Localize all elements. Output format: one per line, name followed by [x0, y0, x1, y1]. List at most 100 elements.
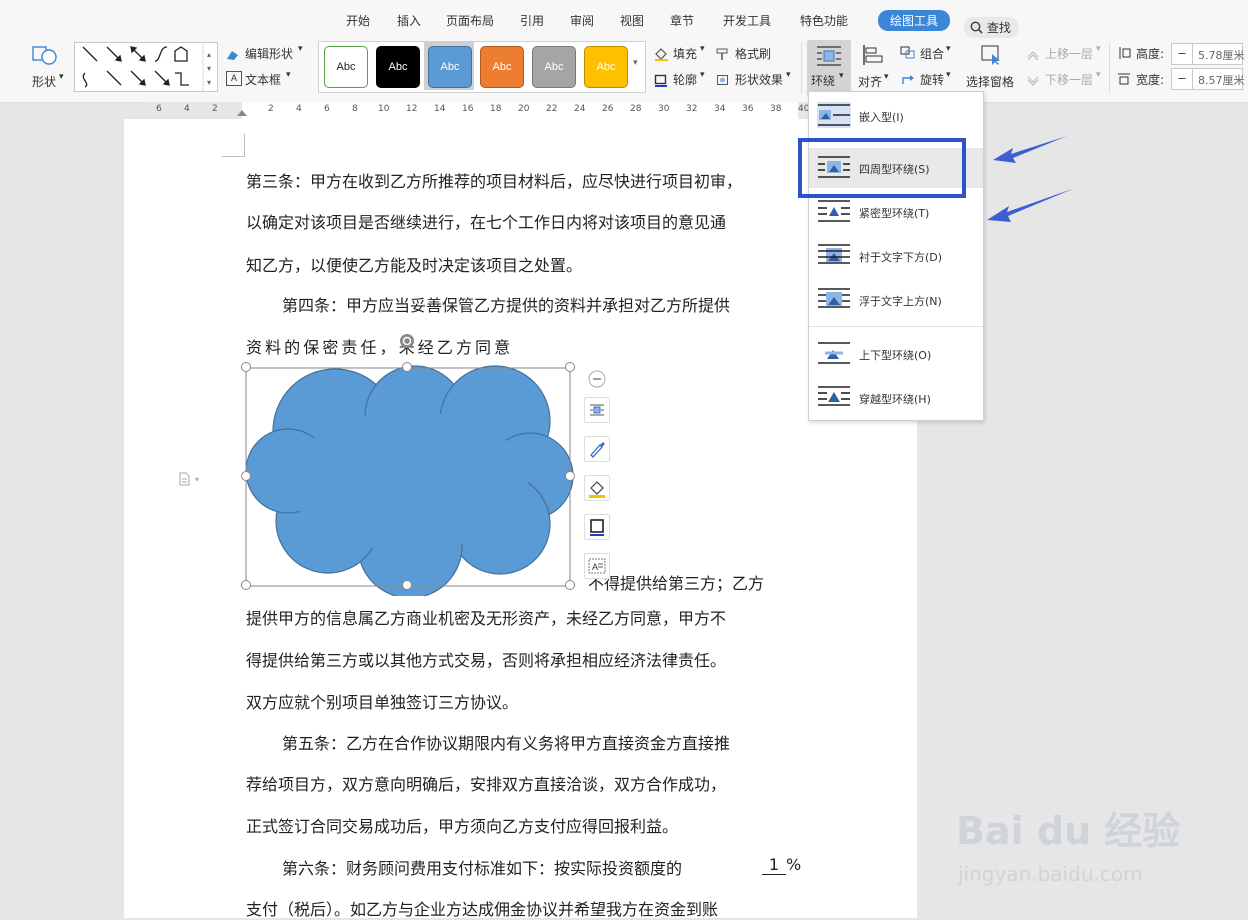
- height-input[interactable]: −5.78厘米: [1171, 43, 1245, 65]
- ruler-number: 16: [462, 104, 474, 114]
- shape-icon: [32, 46, 57, 65]
- shape-outline-button[interactable]: [584, 514, 610, 540]
- wrap-button[interactable]: 环绕 ▾: [807, 40, 851, 96]
- brush-icon: [590, 442, 605, 458]
- ruler-number: 12: [406, 104, 418, 114]
- shape-gallery[interactable]: ▴ ▾ ▾: [74, 42, 218, 92]
- shape-effect-icon: [716, 72, 730, 91]
- add-text-button[interactable]: A: [584, 553, 610, 579]
- outline-icon: [654, 72, 668, 91]
- rotate-handle-icon[interactable]: [399, 333, 415, 353]
- paragraph-handle-icon[interactable]: ▾: [178, 471, 204, 490]
- ruler-number: 4: [296, 104, 302, 114]
- chevron-down-icon: ▾: [286, 70, 291, 80]
- textbox-button[interactable]: 文本框: [245, 71, 281, 88]
- width-input[interactable]: −8.57厘米: [1171, 68, 1245, 90]
- chevron-down-icon: ▾: [1096, 44, 1101, 54]
- menu-divider: [809, 326, 983, 327]
- ruler-number: 2: [212, 104, 218, 114]
- wrap-behind-text-item[interactable]: 衬于文字下方(D): [809, 236, 983, 276]
- fill-button[interactable]: 填充: [673, 45, 697, 62]
- shape-style-4[interactable]: Abc: [480, 46, 524, 88]
- resize-handle[interactable]: [565, 362, 575, 372]
- ruler-number: 8: [352, 104, 358, 114]
- resize-handle[interactable]: [241, 471, 251, 481]
- shape-style-button[interactable]: [584, 436, 610, 462]
- group-button[interactable]: 组合: [920, 45, 944, 62]
- separator: [1109, 42, 1110, 94]
- selection-pane-button[interactable]: 选择窗格: [966, 73, 1014, 90]
- shape-style-2[interactable]: Abc: [376, 46, 420, 88]
- ruler-number: 28: [630, 104, 642, 114]
- chevron-down-icon: ▾: [786, 70, 791, 80]
- wrap-top-bottom-item[interactable]: 上下型环绕(O): [809, 334, 983, 374]
- baidu-watermark-url: jingyan.baidu.com: [958, 862, 1143, 886]
- collapse-toolbar-icon[interactable]: [588, 370, 606, 392]
- decrement-button[interactable]: −: [1172, 44, 1193, 64]
- shape-style-3[interactable]: Abc: [428, 46, 472, 88]
- bring-forward-button[interactable]: 上移一层: [1045, 45, 1093, 62]
- chevron-down-icon: ▾: [1096, 70, 1101, 80]
- resize-handle[interactable]: [565, 580, 575, 590]
- ribbon: 开始 插入 页面布局 引用 审阅 视图 章节 开发工具 特色功能 绘图工具 查找…: [0, 0, 1248, 103]
- send-backward-button[interactable]: 下移一层: [1045, 71, 1093, 88]
- paragraph-line: 第四条：甲方应当妥善保管乙方提供的资料并承担对乙方所提供: [282, 296, 731, 315]
- baidu-watermark-logo: Bai du 经验: [956, 809, 1181, 853]
- ruler-number: 32: [686, 104, 698, 114]
- indent-marker[interactable]: [237, 110, 247, 116]
- wrap-through-item[interactable]: 穿越型环绕(H): [809, 378, 983, 418]
- tab-chapter[interactable]: 章节: [670, 12, 694, 29]
- resize-handle[interactable]: [241, 362, 251, 372]
- tab-review[interactable]: 审阅: [570, 12, 594, 29]
- paragraph-line: 知乙方，以便使乙方能及时决定该项目之处置。: [246, 256, 583, 275]
- wrap-inline-label: 嵌入型(I): [859, 111, 904, 124]
- chevron-down-icon: ▾: [59, 72, 64, 82]
- tab-drawing-tools[interactable]: 绘图工具: [878, 10, 951, 31]
- textbox-icon: A: [588, 558, 606, 574]
- tab-special[interactable]: 特色功能: [800, 12, 848, 29]
- shape-style-1[interactable]: Abc: [324, 46, 368, 88]
- search-button[interactable]: 查找: [964, 17, 1019, 38]
- shape-style-6[interactable]: Abc: [584, 46, 628, 88]
- wrap-tight-item[interactable]: 紧密型环绕(T): [809, 192, 983, 232]
- textbox-icon: A: [226, 71, 242, 86]
- paragraph-line: 正式签订合同交易成功后，甲方须向乙方支付应得回报利益。: [246, 817, 679, 836]
- decrement-button[interactable]: −: [1172, 69, 1193, 89]
- edit-shape-button[interactable]: 编辑形状: [245, 45, 293, 62]
- tab-developer[interactable]: 开发工具: [723, 12, 771, 29]
- wrap-behind-text-label: 衬于文字下方(D): [859, 251, 943, 264]
- tab-references[interactable]: 引用: [520, 12, 544, 29]
- rotate-button[interactable]: 旋转: [920, 71, 944, 88]
- search-icon: [970, 21, 983, 34]
- format-brush-button[interactable]: 格式刷: [735, 45, 771, 62]
- paragraph-line: 第三条：甲方在收到乙方所推荐的项目材料后，应尽快进行项目初审，: [246, 172, 743, 191]
- shape-fill-button[interactable]: [584, 475, 610, 501]
- margin-corner-marker: [222, 134, 245, 157]
- outline-button[interactable]: 轮廓: [673, 71, 697, 88]
- shape-effect-button[interactable]: 形状效果: [735, 71, 783, 88]
- shape-style-5[interactable]: Abc: [532, 46, 576, 88]
- wrap-in-front-label: 浮于文字上方(N): [859, 295, 942, 308]
- tab-page-layout[interactable]: 页面布局: [446, 12, 494, 29]
- wrap-inline-item[interactable]: 嵌入型(I): [809, 96, 983, 136]
- format-brush-icon: [716, 46, 730, 65]
- paragraph-line: 双方应就个别项目单独签订三方协议。: [246, 693, 519, 712]
- wrap-in-front-item[interactable]: 浮于文字上方(N): [809, 280, 983, 320]
- cloud-shape[interactable]: [240, 356, 580, 596]
- resize-handle[interactable]: [402, 362, 412, 372]
- tab-insert[interactable]: 插入: [397, 12, 421, 29]
- resize-handle[interactable]: [241, 580, 251, 590]
- horizontal-ruler[interactable]: 6 4 2 2 4 6 8 10 12 14 16 18 20 22 24 26…: [140, 102, 920, 119]
- width-label: 宽度:: [1136, 73, 1165, 87]
- ruler-number: 24: [574, 104, 586, 114]
- paragraph-line: 第五条：乙方在合作协议期限内有义务将甲方直接资金方直接推: [282, 734, 731, 753]
- tab-start[interactable]: 开始: [346, 12, 370, 29]
- align-button[interactable]: 对齐: [858, 73, 882, 90]
- fill-icon: [589, 481, 605, 498]
- ruler-number: 18: [490, 104, 502, 114]
- resize-handle[interactable]: [402, 580, 412, 590]
- resize-handle[interactable]: [565, 471, 575, 481]
- tab-view[interactable]: 视图: [620, 12, 644, 29]
- gallery-more-icon[interactable]: ▾: [633, 58, 638, 68]
- layout-options-button[interactable]: [584, 397, 610, 423]
